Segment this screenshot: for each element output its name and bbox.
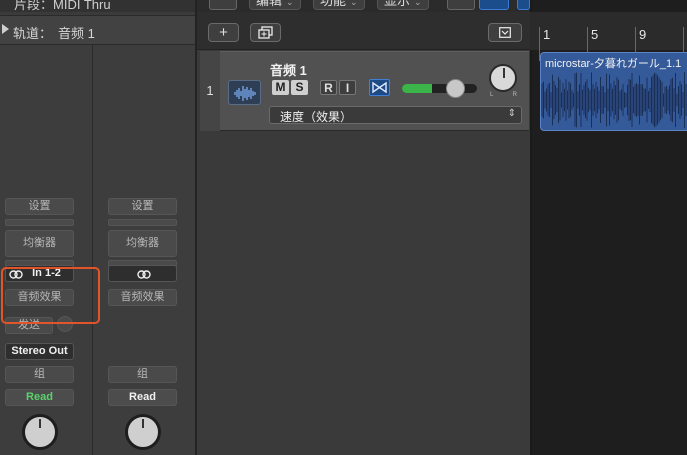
annotation-highlight-box [1, 267, 100, 324]
strip1-setting-button[interactable]: 设置 [5, 198, 74, 215]
catch-playhead-button[interactable] [209, 0, 237, 10]
strip2-eq-button[interactable]: 均衡器 [108, 230, 177, 257]
add-track-button[interactable]: + [208, 23, 239, 42]
bar-ruler[interactable]: 1 5 9 [530, 12, 687, 61]
functions-menu-label: 功能 [320, 0, 347, 8]
region-inspector-label: 片段：MIDI Thru [14, 0, 111, 12]
view-menu[interactable]: 显示 ⌄ [377, 0, 429, 10]
volume-slider-track[interactable] [402, 84, 477, 93]
plugin-slot-label: 速度（效果） [280, 110, 353, 124]
strip2-audio-fx-slot[interactable]: 音频效果 [108, 289, 177, 306]
track-number: 1 [200, 51, 220, 131]
stereo-link-icon [137, 270, 151, 279]
track-view-options-button[interactable] [488, 23, 522, 42]
snap-button[interactable] [517, 0, 530, 10]
bar-number-9: 9 [639, 27, 647, 42]
strip2-group-slot[interactable]: 组 [108, 366, 177, 383]
bowtie-icon [372, 81, 387, 94]
input-monitoring-button[interactable]: I [339, 80, 356, 95]
edit-menu-label: 编辑 [256, 0, 283, 8]
volume-slider-fill [402, 84, 432, 93]
pan-right-label: R [512, 92, 517, 98]
chevron-down-icon: ⌄ [286, 0, 294, 7]
pan-left-label: L [490, 92, 494, 98]
track-inspector-name: 音频 1 [58, 26, 95, 41]
pan-scale: LR [490, 92, 517, 98]
channel-strip-divider [92, 45, 93, 455]
track-header-toolbar: + [197, 12, 530, 50]
duplicate-track-icon [258, 26, 273, 39]
duplicate-track-button[interactable] [250, 23, 281, 42]
audio-wave-icon [234, 86, 256, 101]
strip1-gain-slot[interactable] [5, 219, 74, 226]
strip1-pan-knob[interactable] [22, 414, 58, 450]
record-enable-button[interactable]: R [320, 80, 337, 95]
pan-indicator [39, 419, 41, 428]
strip2-pan-knob[interactable] [125, 414, 161, 450]
strip2-input-slot[interactable] [108, 265, 177, 282]
chevron-down-icon: ⌄ [414, 0, 422, 7]
functions-menu[interactable]: 功能 ⌄ [313, 0, 365, 10]
disclosure-triangle-icon[interactable] [2, 24, 9, 34]
strip1-group-slot[interactable]: 组 [5, 366, 74, 383]
mute-button[interactable]: M [272, 80, 289, 95]
chevron-updown-icon: ⇕ [507, 108, 516, 119]
audio-waveform [541, 72, 687, 128]
strip1-automation-mode[interactable]: Read [5, 389, 74, 406]
pan-indicator [142, 419, 144, 428]
region-inspector-row[interactable]: 片段：MIDI Thru [0, 0, 196, 12]
strip1-output-slot[interactable]: Stereo Out [5, 343, 74, 360]
bar-number-1: 1 [543, 27, 551, 42]
chevron-box-icon [499, 27, 511, 38]
strip1-eq-button[interactable]: 均衡器 [5, 230, 74, 257]
volume-slider-handle[interactable] [446, 79, 465, 98]
flex-bowtie-button[interactable] [369, 79, 390, 96]
audio-region[interactable]: microstar-夕暮れガール_1.1 [540, 52, 687, 131]
chevron-down-icon: ⌄ [350, 0, 358, 7]
strip2-gain-slot[interactable] [108, 219, 177, 226]
track-inspector-label: 轨道： [13, 26, 53, 41]
solo-button[interactable]: S [291, 80, 308, 95]
pan-indicator [503, 68, 505, 78]
bar-number-5: 5 [591, 27, 599, 42]
track-inspector-header[interactable]: 轨道： 音频 1 [0, 15, 196, 45]
waveform-icon[interactable] [228, 80, 261, 105]
edit-menu[interactable]: 编辑 ⌄ [249, 0, 301, 10]
flex-tool-button[interactable] [479, 0, 509, 10]
track-name[interactable]: 音频 1 [270, 60, 307, 79]
view-menu-label: 显示 [384, 0, 411, 8]
tracks-toolbar: 编辑 ⌄ 功能 ⌄ 显示 ⌄ [197, 0, 530, 12]
pointer-tool-button[interactable] [447, 0, 475, 10]
plugin-slot[interactable]: 速度（效果） ⇕ [269, 106, 522, 124]
strip2-setting-button[interactable]: 设置 [108, 198, 177, 215]
pan-knob[interactable] [489, 64, 517, 92]
strip2-automation-mode[interactable]: Read [108, 389, 177, 406]
